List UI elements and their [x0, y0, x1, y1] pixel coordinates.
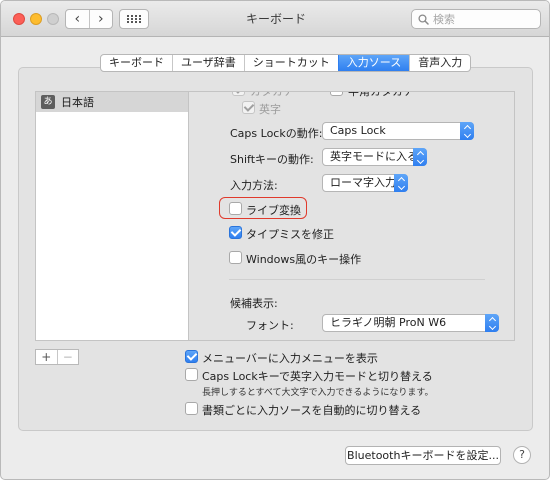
candidates-label: 候補表示: — [230, 297, 278, 310]
eiji-label: 英字 — [259, 103, 281, 116]
caps-lock-behavior-value: Caps Lock — [330, 124, 386, 137]
caps-toggle-note: 長押しするとすべて大文字で入力できるようになります。 — [202, 388, 434, 398]
caps-lock-behavior-label: Caps Lockの動作: — [230, 127, 323, 140]
windows-keys-label: Windows風のキー操作 — [246, 253, 362, 266]
caps-toggle-label: Caps Lockキーで英字入力モードと切り替える — [202, 370, 433, 383]
shift-behavior-value: 英字モードに入る — [330, 150, 418, 163]
live-conversion-label: ライブ変換 — [246, 204, 301, 217]
auto-switch-checkbox[interactable] — [185, 402, 198, 415]
search-field[interactable] — [411, 9, 541, 29]
tab-bar: キーボード ユーザ辞書 ショートカット 入力ソース 音声入力 — [100, 54, 472, 72]
popup-arrows-icon — [460, 122, 474, 140]
half-katakana-label: 半角カタカナ — [348, 91, 414, 98]
caps-toggle-checkbox[interactable] — [185, 368, 198, 381]
half-katakana-checkbox[interactable] — [330, 92, 343, 96]
candidate-font-label: フォント: — [246, 319, 294, 332]
menu-bar-checkbox[interactable] — [185, 350, 198, 363]
tab-dictation[interactable]: 音声入力 — [409, 55, 470, 71]
tab-shortcuts[interactable]: ショートカット — [243, 55, 338, 71]
candidate-font-popup[interactable]: ヒラギノ明朝 ProN W6 — [322, 314, 499, 332]
zoom-window-button[interactable] — [47, 13, 59, 25]
input-method-popup[interactable]: ローマ字入力 — [322, 174, 408, 192]
magnifier-icon — [418, 13, 429, 25]
section-divider — [229, 279, 485, 280]
add-remove-buttons: + − — [35, 349, 79, 365]
tab-keyboard[interactable]: キーボード — [101, 55, 172, 71]
popup-arrows-icon — [413, 148, 427, 166]
remove-source-button[interactable]: − — [56, 350, 79, 364]
forward-button[interactable]: › — [88, 10, 113, 28]
live-conversion-checkbox[interactable] — [229, 202, 242, 215]
typo-fix-label: タイプミスを修正 — [246, 228, 334, 241]
add-source-button[interactable]: + — [36, 350, 57, 364]
minimize-window-button[interactable] — [30, 13, 42, 25]
windows-keys-checkbox[interactable] — [229, 251, 242, 264]
bluetooth-keyboard-setup-button[interactable]: Bluetoothキーボードを設定... — [345, 446, 501, 465]
katakana-checkbox[interactable] — [232, 92, 245, 96]
popup-arrows-icon — [394, 174, 408, 192]
input-source-list[interactable]: あ 日本語 — [35, 91, 189, 341]
tab-user-dictionary[interactable]: ユーザ辞書 — [172, 55, 244, 71]
input-method-label: 入力方法: — [230, 179, 278, 192]
list-item-label: 日本語 — [61, 96, 94, 109]
back-button[interactable]: ‹ — [66, 10, 89, 28]
caps-lock-behavior-popup[interactable]: Caps Lock — [322, 122, 474, 140]
grid-icon — [127, 15, 141, 23]
input-source-settings-pane: カタカナ 半角カタカナ 英字 Caps Lockの動作: Caps Lock S… — [189, 91, 515, 341]
shift-behavior-popup[interactable]: 英字モードに入る — [322, 148, 427, 166]
list-item-japanese[interactable]: あ 日本語 — [36, 92, 188, 112]
history-navigation: ‹ › — [65, 9, 113, 29]
help-button[interactable]: ? — [513, 446, 531, 464]
auto-switch-label: 書類ごとに入力ソースを自動的に切り替える — [202, 404, 422, 417]
show-all-button[interactable] — [119, 9, 149, 29]
chevron-right-icon: › — [97, 11, 104, 27]
shift-behavior-label: Shiftキーの動作: — [230, 153, 314, 166]
input-method-value: ローマ字入力 — [330, 176, 396, 189]
tab-input-sources[interactable]: 入力ソース — [337, 55, 410, 71]
katakana-label: カタカナ — [250, 91, 294, 98]
title-bar: ‹ › キーボード — [1, 1, 549, 37]
chevron-left-icon: ‹ — [74, 11, 81, 27]
close-window-button[interactable] — [13, 13, 25, 25]
eiji-checkbox — [242, 101, 255, 114]
menu-bar-label: メニューバーに入力メニューを表示 — [202, 352, 378, 365]
hiragana-a-icon: あ — [41, 95, 55, 109]
candidate-font-value: ヒラギノ明朝 ProN W6 — [330, 316, 447, 329]
popup-arrows-icon — [485, 314, 499, 332]
preferences-window: ‹ › キーボード キーボード ユーザ辞書 ショートカット 入力ソース 音声入力… — [0, 0, 550, 480]
typo-fix-checkbox[interactable] — [229, 226, 242, 239]
search-input[interactable] — [433, 12, 533, 26]
